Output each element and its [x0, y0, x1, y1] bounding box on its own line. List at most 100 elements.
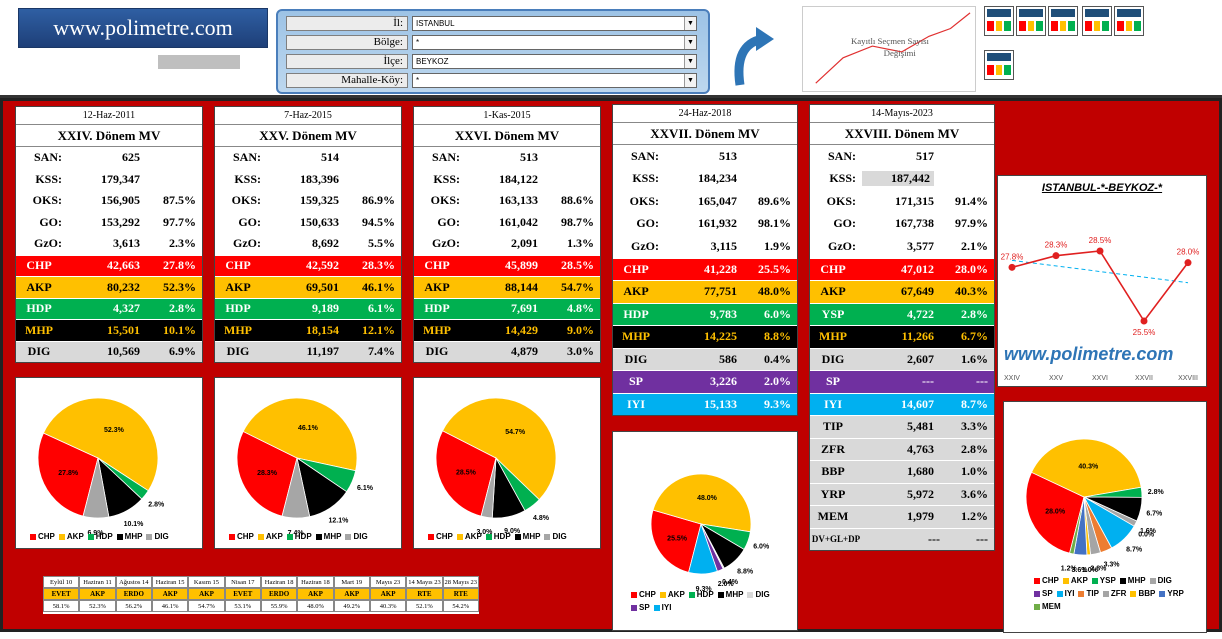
party-votes: 15,501	[107, 322, 140, 337]
election-title: XXV. Dönem MV	[215, 125, 401, 147]
party-votes: 14,607	[901, 396, 934, 411]
table-cell: 52.1%	[406, 600, 443, 612]
party-row: AKP 88,144 54.7%	[414, 276, 600, 298]
stat-label: OKS:	[32, 193, 62, 208]
stat-value: 517	[916, 148, 934, 163]
refresh-arrow-icon[interactable]	[732, 25, 776, 89]
table-cell: RTE	[442, 588, 479, 600]
party-percent: 40.3%	[955, 284, 988, 299]
data-point	[1052, 252, 1060, 260]
stat-value: 171,315	[895, 193, 934, 208]
stat-value: 161,042	[499, 214, 538, 229]
table-cell: 55.9%	[260, 600, 298, 612]
party-percent: 46.1%	[362, 279, 395, 294]
party-votes: 1,979	[907, 509, 934, 524]
election-panel: 12-Haz-2011 XXIV. Dönem MV SAN: 625 KSS: 179,…	[15, 106, 203, 363]
pie-chart-panel: 28.0% 40.3% 2.8% 6.7% 1.6% 0.0% 8.7% 3.3% 2.8% 1.…	[1003, 401, 1207, 633]
party-row: CHP 42,592 28.3%	[215, 254, 401, 276]
stat-label: OKS:	[629, 193, 659, 208]
chevron-down-icon[interactable]: ▼	[684, 35, 696, 49]
view-thumbnail[interactable]	[984, 6, 1014, 36]
stat-value: 513	[719, 148, 737, 163]
party-row: TIP 5,481 3.3%	[810, 415, 994, 438]
party-percent: 48.0%	[758, 284, 791, 299]
party-row: CHP 47,012 28.0%	[810, 257, 994, 280]
party-row: MHP 15,501 10.1%	[16, 319, 202, 341]
party-row: YRP 5,972 3.6%	[810, 482, 994, 505]
party-name: HDP	[225, 301, 251, 316]
legend-item: CHP	[631, 590, 656, 599]
province-select[interactable]: ISTANBUL ▼	[412, 15, 697, 31]
party-name: IYI	[626, 396, 645, 411]
region-select[interactable]: * ▼	[412, 34, 697, 50]
chevron-down-icon[interactable]: ▼	[684, 73, 696, 87]
table-cell: 54.7%	[188, 600, 225, 612]
stat-label: GzO:	[34, 236, 62, 251]
party-percent: 2.8%	[169, 301, 196, 316]
party-row: CHP 45,899 28.5%	[414, 254, 600, 276]
stat-label: GO:	[437, 214, 460, 229]
stat-value: 179,347	[101, 171, 140, 186]
trend-chart-panel: ISTANBUL-*-BEYKOZ-* 27.8% XXIV 28.3% XXV 28.5…	[997, 175, 1207, 387]
election-title: XXVIII. Dönem MV	[810, 123, 994, 145]
party-percent: 0.4%	[764, 351, 791, 366]
party-votes: 47,012	[901, 261, 934, 276]
data-point	[1140, 317, 1148, 325]
table-cell: AKP	[151, 588, 189, 600]
stat-label: GO:	[833, 216, 856, 231]
pie-slice-label: 2.0%	[718, 581, 735, 588]
stat-row: KSS: 183,396	[215, 169, 401, 191]
pie-chart: 27.8%52.3%2.8%10.1%6.9%	[37, 397, 165, 537]
party-votes: 77,751	[704, 284, 737, 299]
pie-legend: CHP AKP YSP MHP DIG SP IYI TIP ZFR BBP YRP MEM	[1034, 576, 1184, 611]
stat-row: GzO: 8,692 5.5%	[215, 233, 401, 255]
view-thumbnail[interactable]	[984, 50, 1014, 80]
legend-item: DIG	[747, 590, 770, 599]
legend-item: SP	[631, 603, 650, 612]
chart-title: ISTANBUL-*-BEYKOZ-*	[1041, 182, 1163, 194]
party-percent: 6.1%	[368, 301, 395, 316]
view-thumbnail[interactable]	[1048, 6, 1078, 36]
party-row: DIG 11,197 7.4%	[215, 340, 401, 362]
stat-percent: 87.5%	[163, 193, 196, 208]
legend-item: HDP	[87, 532, 113, 541]
stat-label: GO:	[636, 216, 659, 231]
party-row: MHP 11,266 6.7%	[810, 325, 994, 348]
party-row: CHP 41,228 25.5%	[613, 257, 797, 280]
party-percent: 1.2%	[961, 509, 988, 524]
brand-logo[interactable]: www.polimetre.com	[18, 8, 268, 48]
party-percent: 8.8%	[764, 329, 791, 344]
party-row: DV+GL+DP --- ---	[810, 527, 994, 550]
party-percent: 7.4%	[368, 344, 395, 359]
election-panel: 14-Mayıs-2023 XXVIII. Dönem MV SAN: 517 KSS:…	[809, 104, 995, 551]
pie-chart: 28.3%46.1%6.1%12.1%7.4%	[236, 397, 374, 537]
district-select[interactable]: BEYKOZ ▼	[412, 53, 697, 69]
stat-label: KSS:	[35, 171, 62, 186]
legend-item: AKP	[456, 532, 482, 541]
party-row: MEM 1,979 1.2%	[810, 505, 994, 528]
view-thumbnail[interactable]	[1016, 6, 1046, 36]
data-point	[1008, 263, 1016, 271]
stat-row: GO: 167,738 97.9%	[810, 213, 994, 236]
stat-row: GO: 153,292 97.7%	[16, 212, 202, 234]
party-row: MHP 18,154 12.1%	[215, 319, 401, 341]
voter-change-thumbnail[interactable]: Kayıtlı Seçmen Sayısı Değişimi	[802, 6, 976, 92]
party-percent: 6.9%	[169, 344, 196, 359]
party-percent: 28.0%	[955, 261, 988, 276]
election-date: 1-Kas-2015	[414, 107, 600, 125]
chevron-down-icon[interactable]: ▼	[684, 54, 696, 68]
party-row: CHP 42,663 27.8%	[16, 254, 202, 276]
party-row: SP 3,226 2.0%	[613, 370, 797, 393]
party-votes: 42,663	[107, 258, 140, 273]
stat-row: OKS: 165,047 89.6%	[613, 190, 797, 213]
view-thumbnail[interactable]	[1114, 6, 1144, 36]
stat-row: SAN: 517	[810, 145, 994, 168]
neighborhood-select[interactable]: * ▼	[412, 72, 697, 88]
pie-slice-label: 6.0%	[753, 544, 770, 551]
pie-slice-label: 4.8%	[533, 515, 550, 522]
view-thumbnail[interactable]	[1082, 6, 1112, 36]
table-cell: Mart 19	[333, 576, 370, 588]
x-tick-label: XXIV	[1004, 375, 1020, 382]
legend-item: MHP	[315, 532, 341, 541]
chevron-down-icon[interactable]: ▼	[684, 16, 696, 30]
